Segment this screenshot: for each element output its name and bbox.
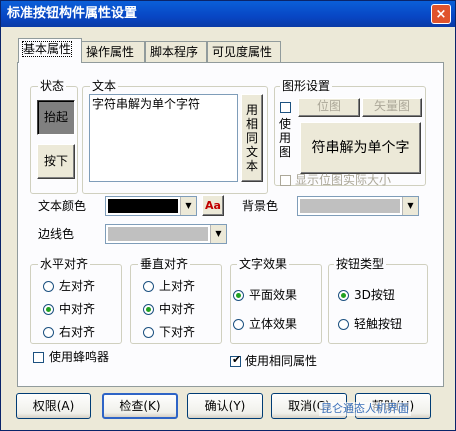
3d-effect-label: 立体效果 [249, 317, 298, 331]
text-effect-group-label: 文字效果 [237, 257, 290, 271]
window-title: 标准按钮构件属性设置 [7, 6, 138, 21]
actual-size-label: 显示位图实际大小 [295, 173, 392, 187]
v-align-bottom-label: 下对齐 [159, 325, 196, 339]
vector-button[interactable]: 矢量图 [362, 98, 422, 117]
border-color-select[interactable]: ▼ [105, 224, 227, 244]
button-type-group [328, 264, 428, 344]
bitmap-button[interactable]: 位图 [298, 98, 360, 117]
state-group-label: 状态 [38, 79, 67, 93]
flat-effect-radio[interactable] [233, 290, 244, 301]
3d-button-label: 3D按钮 [354, 288, 395, 302]
title-bar[interactable]: 标准按钮构件属性设置 × [1, 1, 455, 27]
same-text-button[interactable]: 用相同文本 [241, 94, 263, 182]
check-icon: ✔ [232, 353, 242, 366]
tab-visibility-properties[interactable]: 可见度属性 [207, 41, 281, 62]
confirm-button[interactable]: 确认(Y) [187, 393, 263, 419]
border-color-swatch [108, 227, 208, 241]
v-align-group-label: 垂直对齐 [138, 257, 191, 271]
use-graphic-label: 使用图 [279, 117, 292, 159]
dialog-window: 标准按钮构件属性设置 × 基本属性 操作属性 脚本程序 可见度属性 状态 抬起 … [0, 0, 456, 431]
state-up-button[interactable]: 抬起 [37, 100, 75, 135]
actual-size-checkbox[interactable] [280, 175, 291, 186]
tab-script[interactable]: 脚本程序 [145, 41, 207, 62]
tab-operation-properties[interactable]: 操作属性 [81, 41, 145, 62]
bg-color-select[interactable]: ▼ [297, 196, 419, 216]
button-preview: 符串解为单个字 [300, 122, 421, 174]
text-color-label: 文本颜色 [38, 199, 87, 213]
3d-button-radio[interactable] [338, 290, 349, 301]
chevron-down-icon: ▼ [402, 197, 418, 215]
use-buzzer-label: 使用蜂鸣器 [49, 350, 110, 364]
chevron-down-icon: ▼ [180, 197, 196, 215]
check-button[interactable]: 检查(K) [102, 393, 178, 419]
bg-color-label: 背景色 [242, 199, 279, 213]
v-align-top-radio[interactable] [143, 281, 154, 292]
v-align-middle-label: 中对齐 [159, 302, 196, 316]
graphic-group-label: 图形设置 [280, 79, 333, 93]
text-effect-group [230, 264, 322, 344]
use-buzzer-checkbox[interactable] [33, 352, 44, 363]
h-align-center-radio[interactable] [43, 304, 54, 315]
permission-button[interactable]: 权限(A) [16, 393, 91, 419]
tab-basic-properties[interactable]: 基本属性 [18, 38, 82, 63]
close-icon[interactable]: × [431, 4, 451, 24]
chevron-down-icon: ▼ [210, 225, 226, 243]
h-align-right-label: 右对齐 [59, 325, 96, 339]
text-color-select[interactable]: ▼ [105, 196, 197, 216]
border-color-label: 边线色 [38, 227, 75, 241]
use-graphic-checkbox[interactable] [280, 102, 291, 113]
watermark: 昆仑通态人机界面 [319, 402, 411, 416]
tab-panel: 状态 抬起 按下 文本 字符串解为单个字符 用相同文本 图形设置 使用图 位图 … [17, 62, 444, 387]
bg-color-swatch [300, 199, 400, 213]
text-color-swatch [108, 199, 178, 213]
use-same-attrs-label: 使用相同属性 [245, 354, 318, 368]
h-align-center-label: 中对齐 [59, 302, 96, 316]
3d-effect-radio[interactable] [233, 319, 244, 330]
button-type-group-label: 按钮类型 [334, 257, 387, 271]
h-align-left-radio[interactable] [43, 281, 54, 292]
touch-button-label: 轻触按钮 [354, 317, 403, 331]
touch-button-radio[interactable] [338, 319, 349, 330]
v-align-top-label: 上对齐 [159, 279, 196, 293]
v-align-bottom-radio[interactable] [143, 327, 154, 338]
h-align-group-label: 水平对齐 [38, 257, 91, 271]
button-text-input[interactable]: 字符串解为单个字符 [89, 94, 238, 182]
h-align-right-radio[interactable] [43, 327, 54, 338]
flat-effect-label: 平面效果 [249, 288, 298, 302]
v-align-middle-radio[interactable] [143, 304, 154, 315]
text-group-label: 文本 [90, 79, 119, 93]
use-same-attrs-checkbox[interactable]: ✔ [230, 353, 242, 367]
state-down-button[interactable]: 按下 [37, 144, 75, 179]
h-align-left-label: 左对齐 [59, 279, 96, 293]
font-icon[interactable]: Aa [202, 195, 224, 216]
